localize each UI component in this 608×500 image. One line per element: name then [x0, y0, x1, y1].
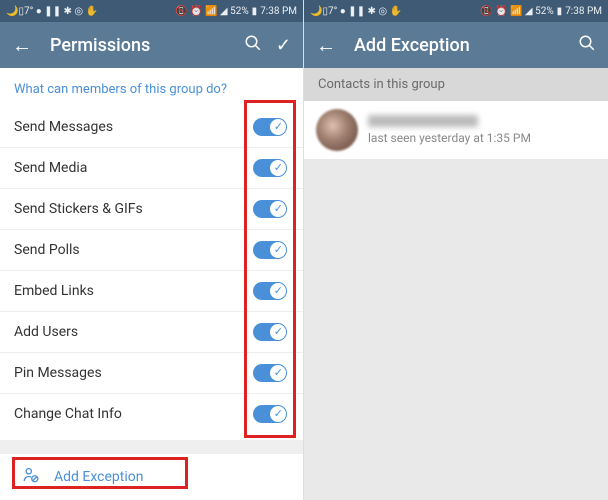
- status-time: 7:38 PM: [565, 6, 602, 17]
- status-left-icons: 🌙▯7° ● ❚❚ ✱ ◎ ✋: [310, 6, 402, 17]
- toggle-embed-links[interactable]: ✓: [253, 282, 287, 300]
- toggle-send-stickers[interactable]: ✓: [253, 200, 287, 218]
- group-header: Contacts in this group: [304, 68, 608, 101]
- contact-name-redacted: [368, 115, 478, 127]
- battery-icon: ▮: [252, 6, 258, 17]
- back-icon[interactable]: ←: [12, 33, 32, 58]
- statusbar: 🌙▯7° ● ❚❚ ✱ ◎ ✋ 📵 ⏰ 📶 ◢ 52% ▮ 7:38 PM: [304, 0, 608, 22]
- page-title: Permissions: [50, 35, 230, 56]
- search-icon[interactable]: [578, 34, 596, 57]
- toggle-send-media[interactable]: ✓: [253, 159, 287, 177]
- back-icon[interactable]: ←: [316, 33, 336, 58]
- add-exception-label: Add Exception: [54, 469, 143, 485]
- phone-permissions: 🌙▯7° ● ❚❚ ✱ ◎ ✋ 📵 ⏰ 📶 ◢ 52% ▮ 7:38 PM ← …: [0, 0, 304, 500]
- perm-row-send-media: Send Media ✓: [0, 148, 303, 189]
- header: ← Add Exception: [304, 22, 608, 68]
- perm-row-send-messages: Send Messages ✓: [0, 107, 303, 148]
- status-time: 7:38 PM: [260, 6, 297, 17]
- perm-label: Embed Links: [14, 283, 94, 299]
- perm-row-pin-messages: Pin Messages ✓: [0, 353, 303, 394]
- perm-label: Send Polls: [14, 242, 80, 258]
- perm-row-add-users: Add Users ✓: [0, 312, 303, 353]
- contact-row[interactable]: last seen yesterday at 1:35 PM: [304, 101, 608, 159]
- phone-add-exception: 🌙▯7° ● ❚❚ ✱ ◎ ✋ 📵 ⏰ 📶 ◢ 52% ▮ 7:38 PM ← …: [304, 0, 608, 500]
- section-spacer: [0, 440, 303, 454]
- perm-row-send-polls: Send Polls ✓: [0, 230, 303, 271]
- add-exception-row[interactable]: Add Exception: [0, 454, 303, 500]
- statusbar: 🌙▯7° ● ❚❚ ✱ ◎ ✋ 📵 ⏰ 📶 ◢ 52% ▮ 7:38 PM: [0, 0, 303, 22]
- status-left-icons: 🌙▯7° ● ❚❚ ✱ ◎ ✋: [6, 6, 98, 17]
- perm-label: Add Users: [14, 324, 78, 340]
- perm-row-send-stickers: Send Stickers & GIFs ✓: [0, 189, 303, 230]
- contact-status: last seen yesterday at 1:35 PM: [368, 131, 531, 145]
- perm-row-embed-links: Embed Links ✓: [0, 271, 303, 312]
- toggle-pin-messages[interactable]: ✓: [253, 364, 287, 382]
- perm-label: Send Messages: [14, 119, 113, 135]
- header: ← Permissions ✓: [0, 22, 303, 68]
- toggle-add-users[interactable]: ✓: [253, 323, 287, 341]
- confirm-icon[interactable]: ✓: [276, 35, 291, 56]
- perm-label: Change Chat Info: [14, 406, 122, 422]
- status-signal: 📵 ⏰ 📶 ◢ 52%: [175, 6, 249, 17]
- section-subtitle: What can members of this group do?: [0, 68, 303, 107]
- avatar: [316, 109, 358, 151]
- perm-label: Pin Messages: [14, 365, 102, 381]
- perm-row-change-chat-info: Change Chat Info ✓: [0, 394, 303, 434]
- status-signal: 📵 ⏰ 📶 ◢ 52%: [480, 6, 554, 17]
- perm-label: Send Stickers & GIFs: [14, 201, 143, 217]
- toggle-send-polls[interactable]: ✓: [253, 241, 287, 259]
- perm-label: Send Media: [14, 160, 87, 176]
- search-icon[interactable]: [244, 34, 262, 57]
- toggle-send-messages[interactable]: ✓: [253, 118, 287, 136]
- battery-icon: ▮: [557, 6, 563, 17]
- toggle-change-chat-info[interactable]: ✓: [253, 405, 287, 423]
- page-title: Add Exception: [354, 35, 564, 56]
- add-exception-icon: [22, 466, 40, 488]
